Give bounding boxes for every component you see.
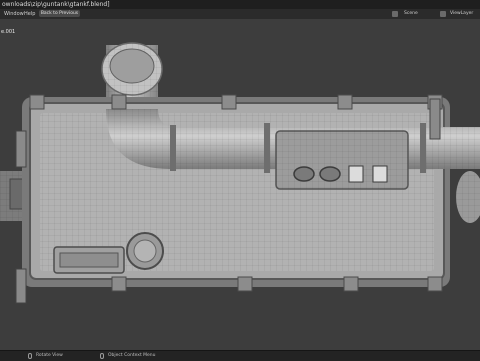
back-to-previous-button[interactable]: Back to Previous <box>39 10 80 17</box>
status-bar: Rotate View Object Context Menu <box>0 350 480 361</box>
menu-help[interactable]: Help <box>24 9 35 19</box>
control-panel-module <box>275 130 409 190</box>
scene-selector[interactable]: Scene <box>404 9 418 19</box>
active-object-label: e.001 <box>1 29 16 35</box>
mouse-right-icon <box>100 353 104 359</box>
scene-icon[interactable] <box>392 11 398 17</box>
window-titlebar: ownloads\zip\guntank\gtankf.blend] <box>0 0 480 9</box>
menu-window[interactable]: Window <box>4 9 24 19</box>
view-layer-icon[interactable] <box>440 11 446 17</box>
mouse-middle-icon <box>28 353 32 359</box>
view-layer-selector[interactable]: ViewLayer <box>450 9 473 19</box>
bottom-hatch <box>53 246 125 274</box>
tank-model-render <box>0 42 480 304</box>
3d-viewport[interactable]: e.001 <box>0 19 480 350</box>
round-gauge <box>126 232 164 270</box>
window-title: ownloads\zip\guntank\gtankf.blend] <box>2 1 110 8</box>
